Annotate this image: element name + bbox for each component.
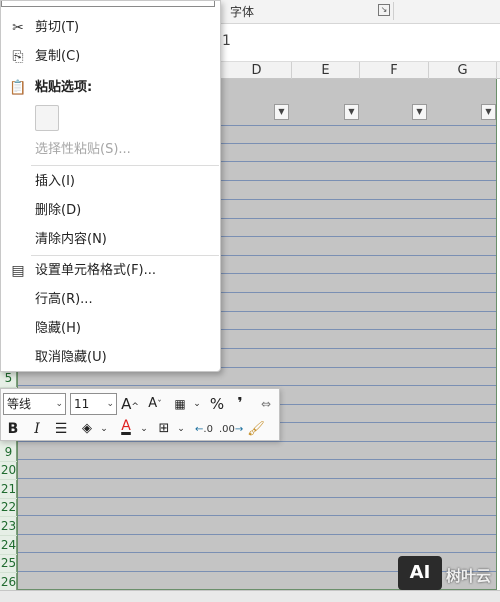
bold-button[interactable]: B: [5, 419, 21, 439]
filter-dropdown-icon[interactable]: ▼: [274, 104, 289, 120]
font-dialog-launcher-icon[interactable]: ↘: [378, 4, 390, 16]
menu-item-label: 剪切(T): [35, 20, 80, 35]
paste-clipboard-icon[interactable]: [35, 105, 59, 131]
italic-button[interactable]: I: [29, 419, 45, 439]
watermark-logo: AI: [398, 556, 442, 590]
row-header[interactable]: 22: [0, 498, 17, 517]
menu-item-hide[interactable]: 隐藏(H): [1, 316, 220, 342]
increase-decimal-button[interactable]: ←.0: [193, 420, 215, 440]
borders-icon[interactable]: ⊞: [155, 419, 173, 439]
format-cells-icon: ▤: [11, 263, 25, 279]
row-line: [18, 441, 496, 442]
row-header[interactable]: 24: [0, 536, 17, 555]
menu-item-label: 选择性粘贴(S)...: [35, 142, 131, 157]
increase-font-size-icon[interactable]: A^: [121, 394, 139, 414]
chevron-down-icon: ⌄: [106, 399, 114, 409]
column-header-f[interactable]: F: [360, 62, 429, 79]
chevron-down-icon[interactable]: ⌄: [192, 394, 202, 414]
row-line: [18, 478, 496, 479]
row-header[interactable]: 21: [0, 480, 17, 499]
menu-item-label: 设置单元格格式(F)...: [35, 263, 157, 278]
column-header-e[interactable]: E: [292, 62, 360, 79]
comma-style-icon[interactable]: ❜: [233, 393, 247, 413]
percent-style-icon[interactable]: %: [207, 394, 227, 414]
menu-item-label: 清除内容(N): [35, 232, 107, 247]
row-line: [18, 385, 496, 386]
menu-item-label: 插入(I): [35, 174, 75, 189]
menu-item-label: 行高(R)...: [35, 292, 93, 307]
font-name-value: 等线: [7, 397, 32, 411]
filter-dropdown-icon[interactable]: ▼: [344, 104, 359, 120]
menu-item-paste-special[interactable]: 选择性粘贴(S)...: [1, 137, 220, 163]
menu-item-row-height[interactable]: 行高(R)...: [1, 287, 220, 313]
increase-decimal-label: .0: [203, 424, 213, 435]
formula-value[interactable]: 1: [222, 33, 231, 49]
copy-icon: ⎘: [12, 49, 24, 65]
merge-center-icon[interactable]: ⇔: [257, 394, 275, 414]
row-header[interactable]: 23: [0, 517, 17, 536]
menu-item-cut[interactable]: ✂ 剪切(T): [1, 15, 220, 41]
mini-toolbar: 等线 ⌄ 11 ⌄ A^ Aˇ ▦ ⌄ % ❜ ⇔ B I ☰ ◈ ⌄ A ⌄ …: [0, 388, 280, 441]
font-name-select[interactable]: 等线 ⌄: [3, 393, 66, 415]
scissors-icon: ✂: [12, 20, 24, 36]
menu-item-label: 复制(C): [35, 49, 81, 64]
chevron-down-icon: ⌄: [55, 399, 63, 409]
row-line: [18, 534, 496, 535]
menu-separator: [31, 255, 219, 256]
menu-separator: [31, 165, 219, 166]
menu-item-unhide[interactable]: 取消隐藏(U): [1, 345, 220, 371]
decrease-font-size-icon[interactable]: Aˇ: [146, 394, 164, 414]
ribbon-divider: [393, 2, 394, 20]
menu-item-clear-contents[interactable]: 清除内容(N): [1, 227, 220, 253]
fill-color-icon[interactable]: ◈: [78, 419, 96, 439]
decrease-decimal-button[interactable]: .00→: [219, 420, 243, 440]
column-header-g[interactable]: G: [429, 62, 497, 79]
filter-dropdown-icon[interactable]: ▼: [481, 104, 496, 120]
font-size-select[interactable]: 11 ⌄: [70, 393, 117, 415]
align-center-icon[interactable]: ☰: [51, 419, 71, 439]
menu-item-copy[interactable]: ⎘ 复制(C): [1, 44, 220, 70]
chevron-down-icon[interactable]: ⌄: [176, 419, 186, 439]
menu-item-insert[interactable]: 插入(I): [1, 169, 220, 195]
menu-item-paste-options: 📋 粘贴选项:: [1, 75, 220, 101]
menu-item-label: 隐藏(H): [35, 321, 81, 336]
menu-item-label: 删除(D): [35, 203, 82, 218]
row-line: [18, 552, 496, 553]
format-painter-icon[interactable]: 🖌: [247, 419, 265, 439]
menu-search-field[interactable]: [1, 1, 215, 7]
chevron-down-icon[interactable]: ⌄: [99, 419, 109, 439]
row-header[interactable]: 25: [0, 554, 17, 573]
row-header[interactable]: 9: [0, 443, 17, 462]
sheet-tab-strip: [0, 590, 500, 602]
column-header-d[interactable]: D: [222, 62, 292, 79]
decrease-decimal-label: .00: [219, 424, 235, 435]
font-color-button[interactable]: A: [117, 416, 135, 436]
row-line: [18, 515, 496, 516]
context-menu: ✂ 剪切(T) ⎘ 复制(C) 📋 粘贴选项: 选择性粘贴(S)... 插入(I…: [0, 0, 221, 372]
chevron-down-icon[interactable]: ⌄: [139, 419, 149, 439]
row-header[interactable]: 20: [0, 461, 17, 480]
filter-dropdown-icon[interactable]: ▼: [412, 104, 427, 120]
menu-item-label: 粘贴选项:: [35, 80, 93, 95]
number-format-icon[interactable]: ▦: [169, 394, 191, 414]
font-size-value: 11: [74, 397, 90, 411]
row-line: [18, 459, 496, 460]
row-line: [18, 497, 496, 498]
menu-item-label: 取消隐藏(U): [35, 350, 107, 365]
menu-item-delete[interactable]: 删除(D): [1, 198, 220, 224]
clipboard-icon: 📋: [9, 80, 27, 96]
font-group-label: 字体: [230, 5, 255, 19]
font-color-letter: A: [121, 418, 131, 434]
watermark-text: 树叶云: [446, 567, 492, 585]
watermark: AI 树叶云: [398, 556, 493, 590]
menu-item-format-cells[interactable]: ▤ 设置单元格格式(F)...: [1, 258, 220, 284]
